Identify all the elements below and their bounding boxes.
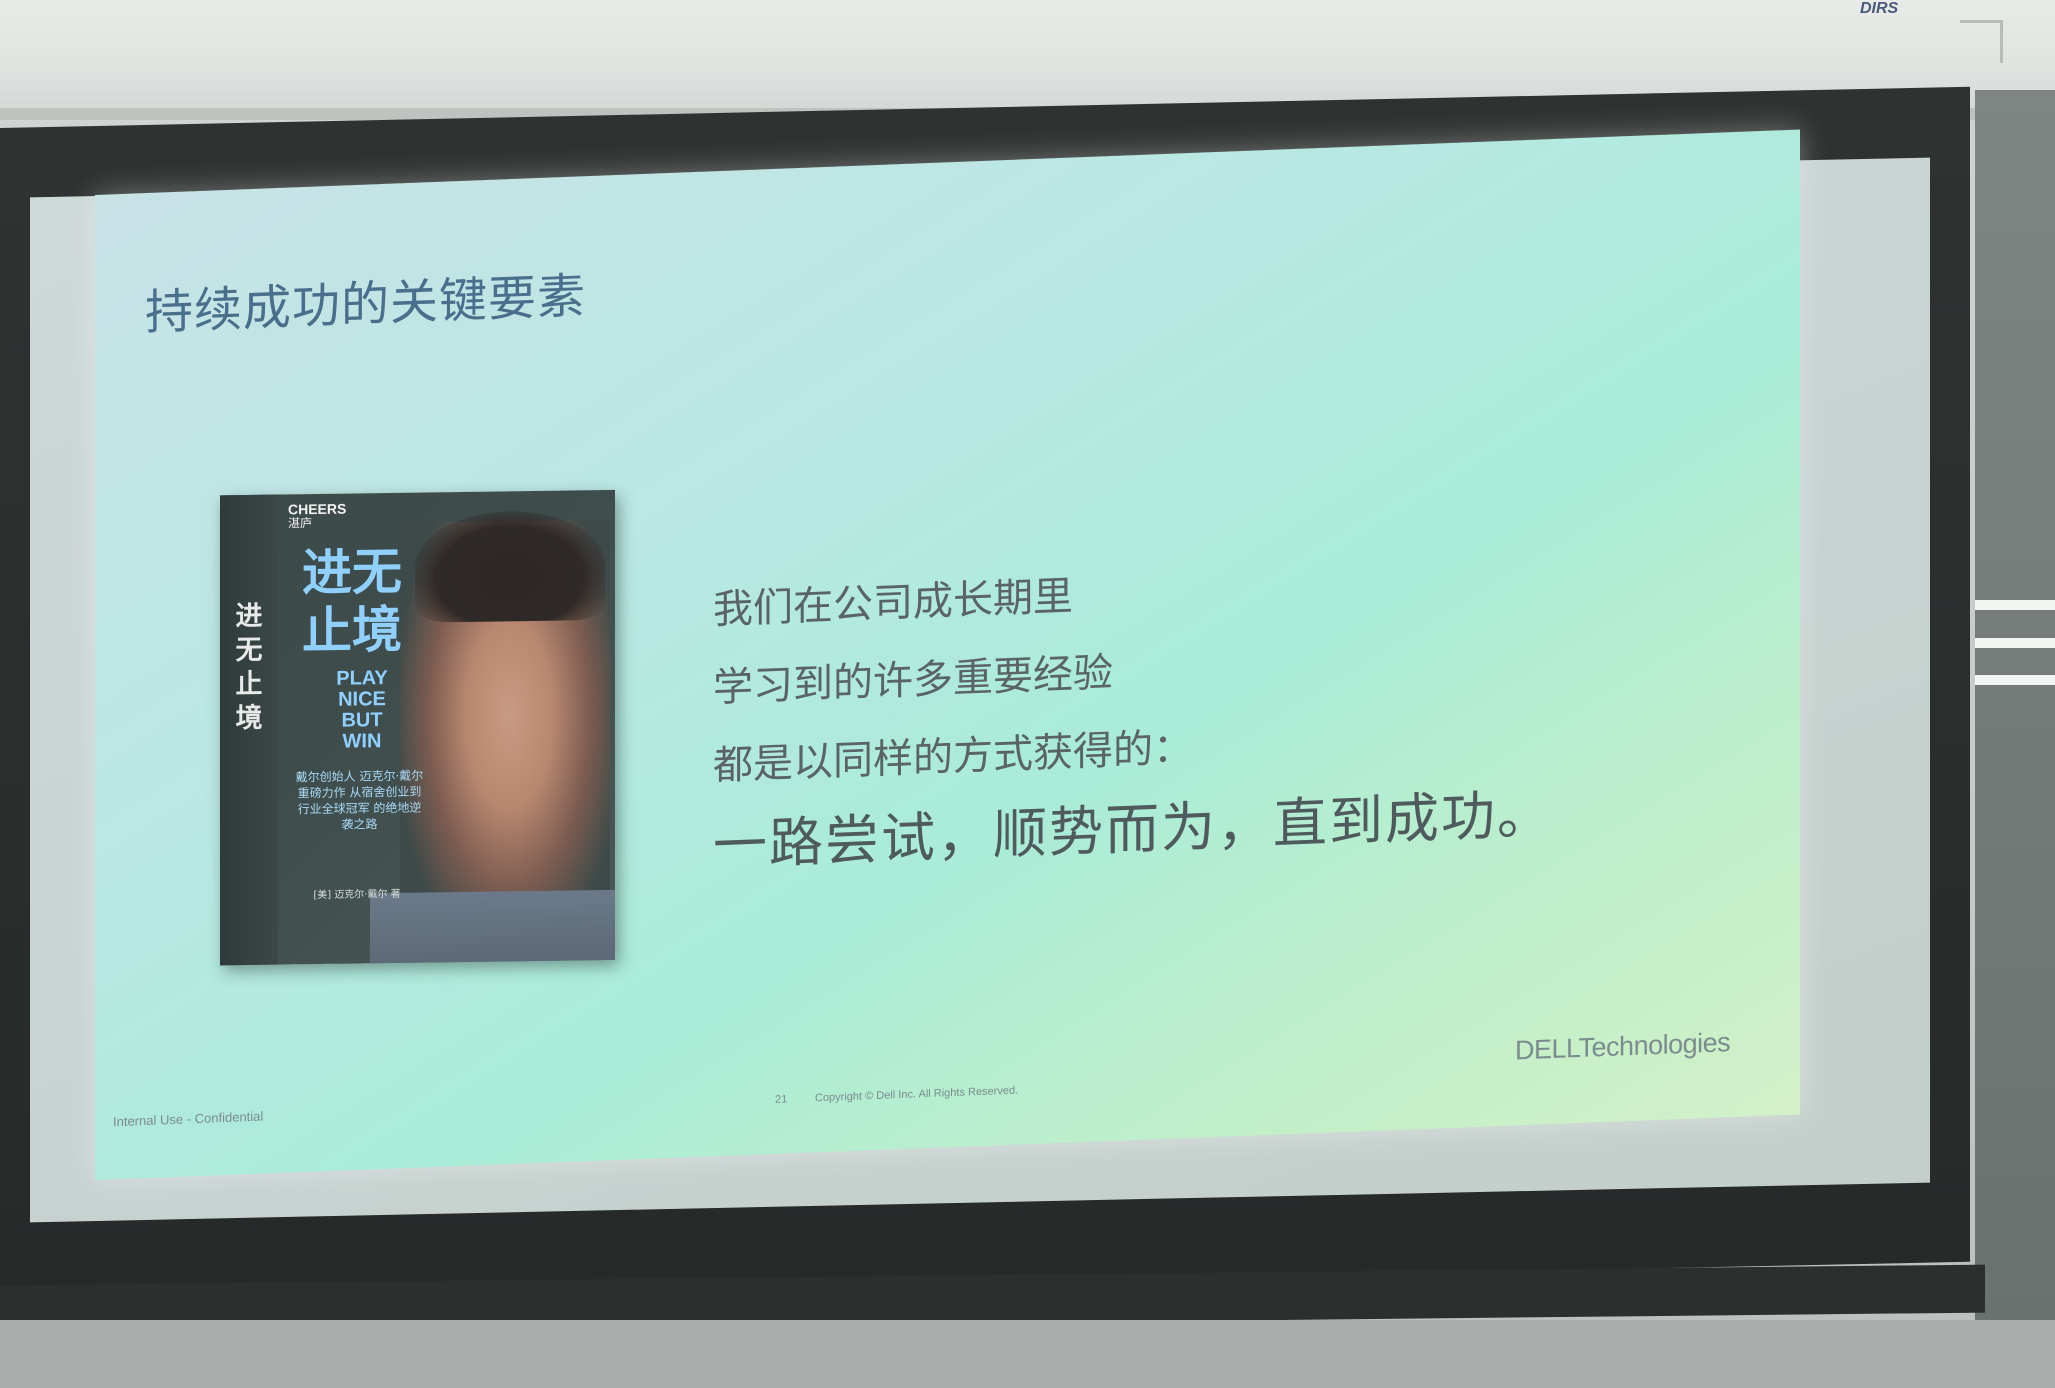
author-hair [415,509,605,623]
lower-wall [0,1320,2055,1388]
footer-classification: Internal Use - Confidential [113,1108,264,1130]
wall-light-strip [1975,675,2055,685]
book-english-title: PLAY NICE BUT WIN [336,667,388,753]
author-shirt [370,889,615,964]
dell-technologies-logo: DELLTechnologies [1515,1027,1731,1066]
slide-title: 持续成功的关键要素 [145,268,587,342]
book-spine: 进无止境 [220,494,278,966]
screen-bracket [1960,20,2003,63]
footer-copyright: Copyright © Dell Inc. All Rights Reserve… [815,1084,1019,1105]
footer-page-number: 21 [775,1093,788,1106]
wall-light-strip [1975,638,2055,648]
publisher-logo: CHEERS 湛庐 [288,500,347,531]
wall-light-strip [1975,600,2055,610]
book-blurb: 戴尔创始人 迈克尔·戴尔 重磅力作 从宿舍创业到行业全球冠军 的绝地逆袭之路 [295,768,424,832]
presentation-slide: 持续成功的关键要素 进无止境 CHEERS 湛庐 进无止境 PLAY NICE … [95,129,1800,1181]
book-author: [美] 迈克尔·戴尔 著 [313,888,401,902]
book-title: 进无止境 [302,542,402,661]
projector-brand-mark: DIRS [1860,0,1899,17]
right-wall [1975,90,2055,1380]
book-cover-image: 进无止境 CHEERS 湛庐 进无止境 PLAY NICE BUT WIN 戴尔… [220,489,615,966]
spine-title: 进无止境 [235,600,263,735]
publisher-name: CHEERS [288,500,347,518]
slide-body: 我们在公司成长期里 学习到的许多重要经验 都是以同样的方式获得的： [713,553,1193,805]
publisher-name-cn: 湛庐 [288,516,313,531]
